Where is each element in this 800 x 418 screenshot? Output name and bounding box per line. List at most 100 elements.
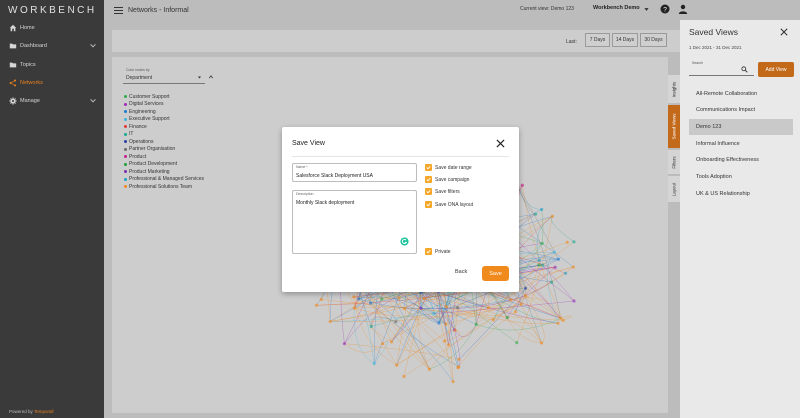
chevron-down-icon[interactable] — [643, 6, 650, 13]
network-node[interactable] — [446, 343, 451, 347]
network-node[interactable] — [541, 263, 545, 267]
add-view-button[interactable]: Add View — [758, 62, 794, 77]
network-node[interactable] — [537, 258, 541, 262]
network-node[interactable] — [444, 322, 448, 326]
network-node[interactable] — [319, 297, 323, 302]
network-node[interactable] — [455, 305, 460, 310]
private-checkbox[interactable]: Private — [425, 248, 451, 255]
tab-insights[interactable]: Insights — [668, 75, 680, 103]
network-node[interactable] — [565, 240, 569, 244]
network-node[interactable] — [372, 361, 376, 366]
saved-view-item[interactable]: Demo 123 — [689, 119, 793, 135]
saved-view-item[interactable]: Onboarding Effectiveness — [689, 152, 759, 168]
tab-saved-views[interactable]: Saved Views — [668, 105, 680, 148]
network-node[interactable] — [520, 183, 524, 187]
network-node[interactable] — [457, 357, 461, 361]
save-button[interactable]: Save — [482, 266, 509, 281]
network-node[interactable] — [572, 240, 576, 244]
network-node[interactable] — [443, 339, 447, 343]
workspace-selector[interactable]: Workbench Demo — [593, 5, 640, 11]
saved-view-item[interactable]: Informal Influence — [689, 138, 793, 150]
network-node[interactable] — [537, 263, 541, 267]
menu-icon[interactable] — [114, 6, 123, 14]
color-by-select[interactable]: Department — [123, 71, 205, 84]
tab-layout[interactable]: Layout — [668, 176, 680, 202]
user-icon[interactable] — [678, 4, 688, 14]
save-filters-checkbox[interactable]: Save filters — [425, 188, 460, 195]
network-node[interactable] — [380, 342, 385, 346]
network-node[interactable] — [342, 342, 347, 346]
network-node[interactable] — [572, 299, 576, 303]
network-node[interactable] — [553, 265, 557, 269]
network-node[interactable] — [550, 280, 554, 284]
network-node[interactable] — [540, 207, 544, 212]
network-node[interactable] — [451, 380, 455, 384]
network-node[interactable] — [437, 321, 441, 325]
powered-by-brand[interactable]: Temporall — [34, 409, 54, 414]
save-campaign-checkbox[interactable]: Save campaign — [425, 176, 469, 183]
network-node[interactable] — [509, 298, 513, 302]
range-7-days-button[interactable]: 7 Days — [585, 33, 610, 47]
network-node[interactable] — [422, 297, 426, 301]
description-field[interactable]: Description Monthly Slack deployment — [292, 190, 417, 254]
sidebar-item-manage[interactable]: Manage — [0, 94, 104, 108]
network-node[interactable] — [397, 296, 401, 300]
network-node[interactable] — [457, 365, 461, 369]
network-node[interactable] — [550, 214, 555, 218]
saved-view-item[interactable]: All-Remote Collaboration — [689, 88, 793, 100]
network-node[interactable] — [427, 367, 431, 371]
network-node[interactable] — [328, 319, 332, 324]
network-node[interactable] — [523, 286, 528, 290]
network-node[interactable] — [380, 297, 384, 301]
sidebar-item-topics[interactable]: Topics — [0, 58, 104, 72]
network-node[interactable] — [515, 341, 519, 345]
network-node[interactable] — [505, 316, 509, 320]
close-icon[interactable] — [496, 139, 505, 148]
sidebar-item-dashboard[interactable]: Dashboard — [0, 39, 104, 53]
network-node[interactable] — [352, 306, 356, 310]
network-node[interactable] — [369, 301, 373, 305]
network-node[interactable] — [519, 302, 523, 306]
search-icon[interactable] — [741, 66, 748, 73]
tab-filters[interactable]: Filters — [668, 150, 680, 174]
network-node[interactable] — [444, 305, 449, 309]
network-node[interactable] — [556, 321, 560, 325]
saved-view-item[interactable]: UK & US Relationship — [689, 188, 793, 200]
network-node[interactable] — [453, 328, 457, 332]
network-node[interactable] — [558, 316, 563, 320]
network-node[interactable] — [556, 257, 561, 261]
network-node[interactable] — [486, 306, 491, 310]
network-node[interactable] — [513, 310, 518, 314]
save-date-range-checkbox[interactable]: Save date range — [425, 164, 472, 171]
network-node[interactable] — [395, 363, 399, 367]
network-node[interactable] — [534, 212, 538, 216]
network-node[interactable] — [432, 312, 436, 316]
network-node[interactable] — [474, 322, 478, 326]
range-14-days-button[interactable]: 14 Days — [612, 33, 638, 47]
grammarly-icon[interactable] — [400, 237, 409, 246]
sidebar-item-networks[interactable]: Networks — [0, 76, 104, 90]
network-node[interactable] — [563, 271, 568, 275]
saved-view-item[interactable]: Tools Adoption — [689, 171, 793, 183]
network-node[interactable] — [357, 297, 361, 301]
network-node[interactable] — [402, 306, 407, 311]
network-node[interactable] — [369, 324, 373, 329]
close-icon[interactable] — [780, 28, 788, 36]
network-node[interactable] — [552, 250, 557, 254]
save-ona-layout-checkbox[interactable]: Save ONA layout — [425, 201, 473, 208]
network-node[interactable] — [524, 294, 528, 298]
network-node[interactable] — [389, 340, 394, 344]
network-node[interactable] — [419, 306, 423, 310]
network-node[interactable] — [394, 320, 398, 324]
range-30-days-button[interactable]: 30 Days — [640, 33, 667, 47]
network-node[interactable] — [314, 303, 319, 307]
network-node[interactable] — [571, 265, 576, 269]
network-node[interactable] — [402, 374, 406, 379]
help-icon[interactable]: ? — [660, 4, 670, 14]
back-button[interactable]: Back — [455, 269, 467, 275]
saved-view-item[interactable]: Communications Impact — [689, 104, 793, 116]
name-field[interactable]: Name * Salesforce Slack Deployment USA — [292, 163, 417, 182]
network-node[interactable] — [540, 241, 544, 245]
network-node[interactable] — [540, 341, 544, 345]
network-node[interactable] — [491, 318, 495, 322]
